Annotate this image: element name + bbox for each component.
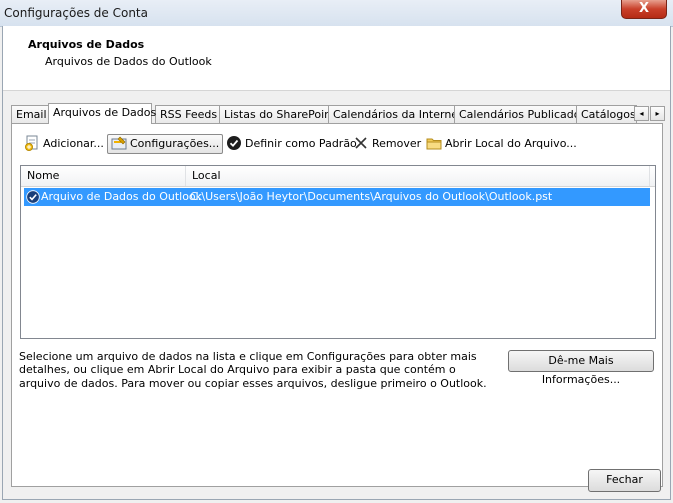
dialog-header: Arquivos de Dados Arquivos de Dados do O… bbox=[3, 26, 670, 91]
tab-scroll-right-button[interactable]: ▸ bbox=[650, 106, 665, 121]
add-button-label: Adicionar... bbox=[43, 137, 104, 150]
title-bar: Configurações de Conta X bbox=[0, 0, 673, 27]
set-default-button-label: Definir como Padrão bbox=[245, 137, 357, 150]
open-location-button[interactable]: Abrir Local do Arquivo... bbox=[423, 134, 580, 154]
toolbar: Adicionar... Configurações... Definir co… bbox=[21, 134, 651, 156]
list-row[interactable]: Arquivo de Dados do Outlook C:\Users\Joã… bbox=[24, 188, 650, 206]
tab-email[interactable]: Email bbox=[11, 105, 49, 123]
info-text: Selecione um arquivo de dados na lista e… bbox=[19, 350, 487, 390]
window-title: Configurações de Conta bbox=[4, 6, 148, 20]
x-icon bbox=[355, 137, 367, 149]
settings-button[interactable]: Configurações... bbox=[107, 134, 224, 154]
row-name: Arquivo de Dados do Outlook bbox=[41, 190, 203, 203]
tab-catalogs[interactable]: Catálogos bbox=[576, 105, 637, 123]
settings-button-label: Configurações... bbox=[130, 137, 220, 150]
dialog-body: Arquivos de Dados Arquivos de Dados do O… bbox=[2, 26, 671, 500]
add-file-icon bbox=[25, 135, 38, 151]
settings-icon bbox=[111, 136, 127, 150]
list-header: Nome Local bbox=[21, 166, 655, 187]
folder-icon bbox=[426, 138, 442, 150]
tab-sharepoint-lists[interactable]: Listas do SharePoint bbox=[219, 105, 335, 123]
row-location: C:\Users\João Heytor\Documents\Arquivos … bbox=[190, 190, 553, 203]
column-header-location[interactable]: Local bbox=[186, 166, 650, 186]
check-circle-icon bbox=[227, 136, 241, 150]
tab-rss-feeds[interactable]: RSS Feeds bbox=[155, 105, 221, 123]
close-button[interactable]: Fechar bbox=[588, 469, 661, 492]
tab-data-files[interactable]: Arquivos de Dados bbox=[48, 103, 156, 124]
window-close-button[interactable]: X bbox=[621, 0, 667, 19]
open-location-button-label: Abrir Local do Arquivo... bbox=[445, 137, 577, 150]
default-check-icon bbox=[26, 190, 40, 204]
column-header-name[interactable]: Nome bbox=[21, 166, 186, 186]
data-files-panel: Adicionar... Configurações... Definir co… bbox=[11, 123, 663, 487]
header-title: Arquivos de Dados bbox=[28, 38, 145, 51]
add-button[interactable]: Adicionar... bbox=[21, 134, 107, 154]
tab-published-calendars[interactable]: Calendários Publicados bbox=[454, 105, 586, 123]
set-default-button[interactable]: Definir como Padrão bbox=[223, 134, 360, 154]
remove-button[interactable]: Remover bbox=[350, 134, 424, 154]
tab-scroll-left-button[interactable]: ◂ bbox=[634, 106, 649, 121]
remove-button-label: Remover bbox=[372, 137, 422, 150]
header-subtitle: Arquivos de Dados do Outlook bbox=[45, 55, 212, 68]
data-files-list[interactable]: Nome Local Arquivo de Dados do Outlook C… bbox=[20, 165, 656, 339]
more-info-button[interactable]: Dê-me Mais Informações... bbox=[508, 350, 654, 386]
tab-internet-calendars[interactable]: Calendários da Internet bbox=[328, 105, 462, 123]
